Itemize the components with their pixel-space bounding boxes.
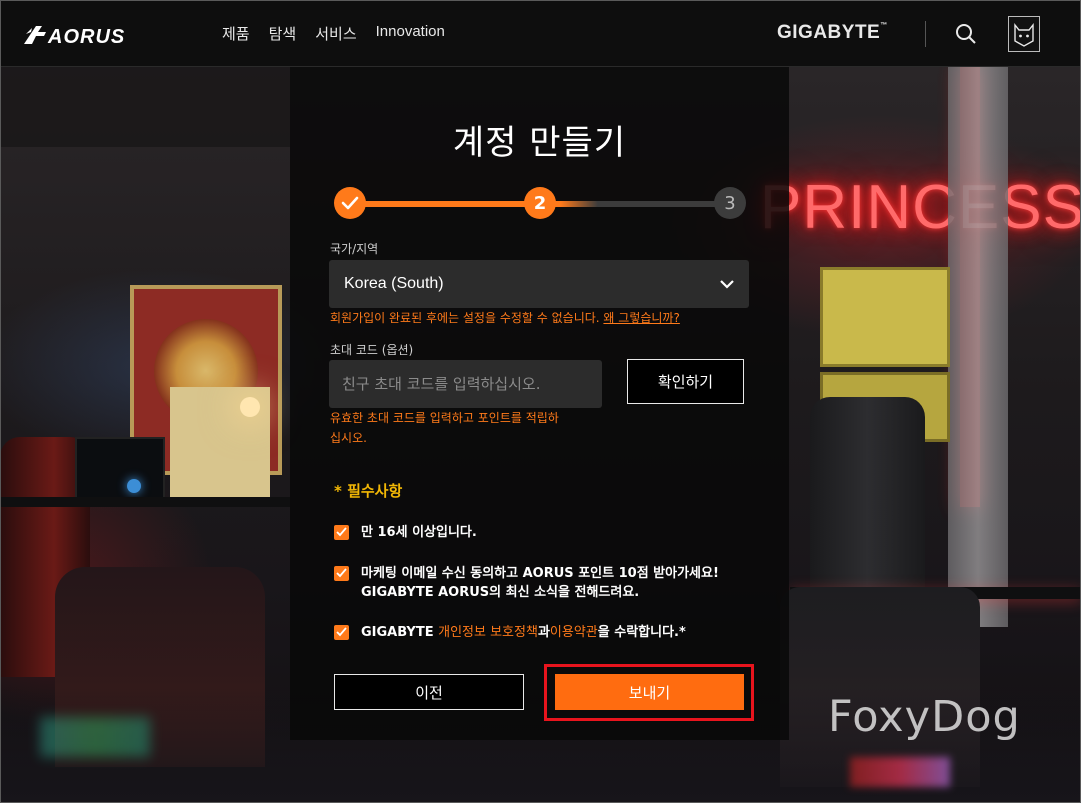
country-select-value: Korea (South) — [344, 275, 444, 292]
nav-innovation[interactable]: Innovation — [376, 23, 445, 44]
aorus-logo[interactable]: AORUS — [22, 20, 150, 50]
chevron-down-icon — [720, 280, 734, 289]
marketing-check-line-1: 마케팅 이메일 수신 동의하고 AORUS 포인트 10점 받아가세요! — [361, 566, 719, 581]
invite-code-input[interactable] — [329, 360, 602, 408]
nav-products[interactable]: 제품 — [222, 23, 250, 44]
nav-explore[interactable]: 탐색 — [269, 23, 297, 44]
header-divider — [925, 21, 926, 47]
step-2-active: 2 — [524, 187, 556, 219]
page-title: 계정 만들기 — [452, 123, 627, 163]
check-icon — [336, 527, 347, 537]
search-icon[interactable] — [955, 23, 977, 45]
terms-check-row: GIGABYTE 개인정보 보호정책과이용약관을 수락합니다.* — [334, 623, 686, 642]
watermark: FoxyDog — [828, 692, 1021, 742]
check-icon — [336, 568, 347, 578]
nav-services[interactable]: 서비스 — [315, 23, 356, 44]
bg-wall — [0, 67, 290, 147]
terms-of-use-link[interactable]: 이용약관 — [550, 625, 598, 640]
bg-rgb-light — [850, 757, 950, 787]
step-progress: 2 3 — [334, 187, 746, 221]
bg-neon-sign: PRINCESS — [760, 173, 1081, 242]
confirm-button[interactable]: 확인하기 — [627, 359, 744, 404]
step-1-done — [334, 187, 366, 219]
terms-check-label: GIGABYTE 개인정보 보호정책과이용약관을 수락합니다.* — [361, 623, 686, 642]
gigabyte-logo-text: GIGABYTE — [777, 22, 881, 43]
why-link[interactable]: 왜 그렇습니까? — [603, 311, 679, 325]
invite-note-line-2: 십시오. — [330, 431, 367, 445]
required-heading: * 필수사항 — [334, 482, 403, 500]
check-icon — [341, 196, 359, 210]
check-icon — [336, 627, 347, 637]
bg-pillar — [948, 67, 1008, 627]
main-nav: 제품 탐색 서비스 Innovation — [222, 23, 445, 44]
age-checkbox[interactable] — [334, 525, 349, 540]
country-select[interactable]: Korea (South) — [329, 260, 749, 308]
signup-panel: 계정 만들기 2 3 국가/지역 Korea (South) 회원가입이 완료된… — [290, 67, 789, 740]
send-button[interactable]: 보내기 — [555, 674, 744, 710]
bg-rgb-light-left — [40, 717, 150, 757]
age-check-row: 만 16세 이상입니다. — [334, 523, 477, 542]
bg-gaming-chair-right — [810, 397, 925, 597]
terms-and: 과 — [537, 625, 550, 640]
invite-note-line-1: 유효한 초대 코드를 입력하고 포인트를 적립하 — [330, 411, 559, 425]
bg-desk-left — [0, 497, 290, 507]
terms-prefix: GIGABYTE — [361, 625, 439, 640]
privacy-policy-link[interactable]: 개인정보 보호정책 — [438, 625, 538, 640]
previous-button[interactable]: 이전 — [334, 674, 524, 710]
country-note: 회원가입이 완료된 후에는 설정을 수정할 수 없습니다. 왜 그렇습니까? — [330, 308, 680, 328]
marketing-check-row: 마케팅 이메일 수신 동의하고 AORUS 포인트 10점 받아가세요! GIG… — [334, 564, 719, 602]
marketing-check-line-2: GIGABYTE AORUS의 최신 소식을 전해드려요. — [361, 585, 640, 600]
invite-note: 유효한 초대 코드를 입력하고 포인트를 적립하 십시오. — [330, 408, 559, 448]
trademark-mark: ™ — [880, 22, 888, 29]
terms-checkbox[interactable] — [334, 625, 349, 640]
gigabyte-logo[interactable]: GIGABYTE™ — [777, 22, 888, 44]
invite-code-label: 초대 코드 (옵션) — [330, 343, 414, 357]
site-header: AORUS 제품 탐색 서비스 Innovation GIGABYTE™ — [0, 0, 1081, 67]
country-note-text: 회원가입이 완료된 후에는 설정을 수정할 수 없습니다. — [330, 311, 600, 325]
step-track-fill — [348, 201, 598, 207]
country-label: 국가/지역 — [330, 242, 379, 256]
user-avatar-icon[interactable] — [1008, 16, 1040, 52]
bg-lamp — [240, 397, 260, 417]
marketing-check-label: 마케팅 이메일 수신 동의하고 AORUS 포인트 10점 받아가세요! GIG… — [361, 564, 719, 602]
bg-shelf — [820, 267, 950, 367]
svg-text:AORUS: AORUS — [47, 26, 125, 48]
age-check-label: 만 16세 이상입니다. — [361, 525, 477, 540]
terms-suffix: 을 수락합니다.* — [597, 625, 686, 640]
marketing-checkbox[interactable] — [334, 566, 349, 581]
step-3-pending: 3 — [714, 187, 746, 219]
